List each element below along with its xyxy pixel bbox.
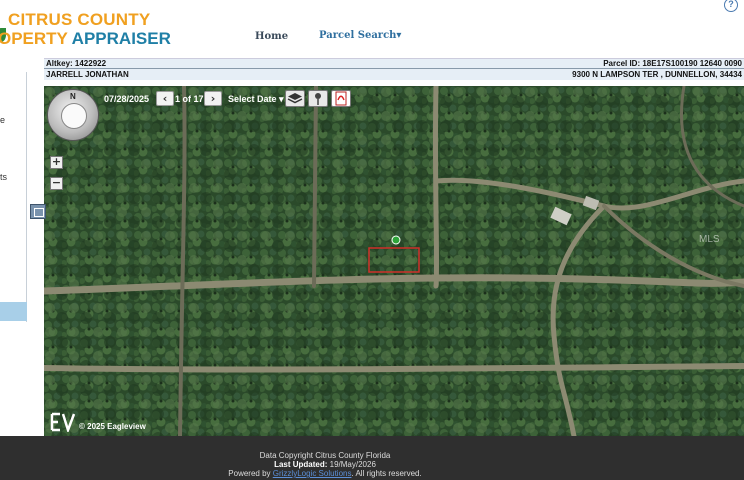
imagery-copyright: © 2025 Eagleview [79, 422, 146, 431]
compass-north-label: N [70, 92, 76, 101]
pdf-export-icon[interactable] [331, 90, 351, 107]
powered-by-prefix: Powered by [228, 469, 271, 478]
zoom-out-button[interactable]: − [50, 177, 63, 190]
image-page-count: 1 of 17 [175, 94, 204, 104]
parcel-id-label: Parcel ID: 18E17S100190 12640 0090 [603, 59, 742, 68]
powered-by-suffix: . All rights reserved. [351, 469, 422, 478]
vendor-link[interactable]: GrizzlyLogic Solutions [273, 469, 352, 478]
layers-icon[interactable] [285, 90, 305, 107]
altkey-label: Altkey: 1422922 [46, 59, 107, 68]
nav-parcel-search-menu[interactable]: Parcel Search▾ [319, 30, 401, 41]
parcel-marker[interactable] [391, 235, 401, 245]
compass-center-icon[interactable] [61, 103, 87, 129]
site-footer: Data Copyright Citrus County Florida Las… [0, 436, 744, 480]
compass-navigation[interactable]: N [47, 89, 99, 141]
imagery-date: 07/28/2025 [104, 94, 150, 104]
aerial-imagery [44, 86, 744, 436]
footer-last-updated: Last Updated: 19/May/2026 [0, 460, 650, 469]
help-icon[interactable]: ? [724, 0, 738, 12]
select-date-dropdown[interactable]: Select Date ▾ [228, 94, 284, 105]
map-pin-icon[interactable] [308, 90, 328, 107]
sidebar-text-2[interactable]: ts [0, 172, 7, 182]
prev-image-button[interactable]: ‹ [156, 91, 174, 106]
footer-copyright: Data Copyright Citrus County Florida [259, 451, 391, 460]
mls-watermark: MLS [699, 234, 720, 245]
nav-home-link[interactable]: Home [255, 31, 288, 42]
footer-powered-by: Powered by GrizzlyLogic Solutions. All r… [0, 469, 650, 478]
info-divider [44, 68, 744, 69]
fullscreen-toggle-icon[interactable] [30, 204, 46, 219]
sidebar-text-1[interactable]: e [0, 115, 5, 125]
left-sidebar [0, 72, 27, 322]
owner-name: JARRELL JONATHAN [46, 70, 129, 79]
zoom-in-button[interactable]: + [50, 156, 63, 169]
last-updated-value: 19/May/2026 [327, 460, 376, 469]
next-image-button[interactable]: › [204, 91, 222, 106]
aerial-map-viewer[interactable]: N + − 07/28/2025 ‹ 1 of 17 › Select Date… [44, 86, 744, 436]
property-address: 9300 N LAMPSON TER , DUNNELLON, 34434 [572, 70, 742, 79]
logo-title-line2: OPERTY APPRAISER [0, 29, 171, 49]
sidebar-selected-item[interactable] [0, 302, 27, 321]
last-updated-label: Last Updated: [274, 460, 328, 469]
logo-title-part-b: APPRAISER [67, 29, 171, 48]
logo-title-line1: CITRUS COUNTY [8, 10, 151, 29]
page: CITRUS COUNTY OPERTY APPRAISER Home Parc… [0, 0, 744, 480]
logo-title-part-a: OPERTY [0, 29, 68, 48]
site-logo[interactable]: CITRUS COUNTY OPERTY APPRAISER [0, 8, 171, 52]
